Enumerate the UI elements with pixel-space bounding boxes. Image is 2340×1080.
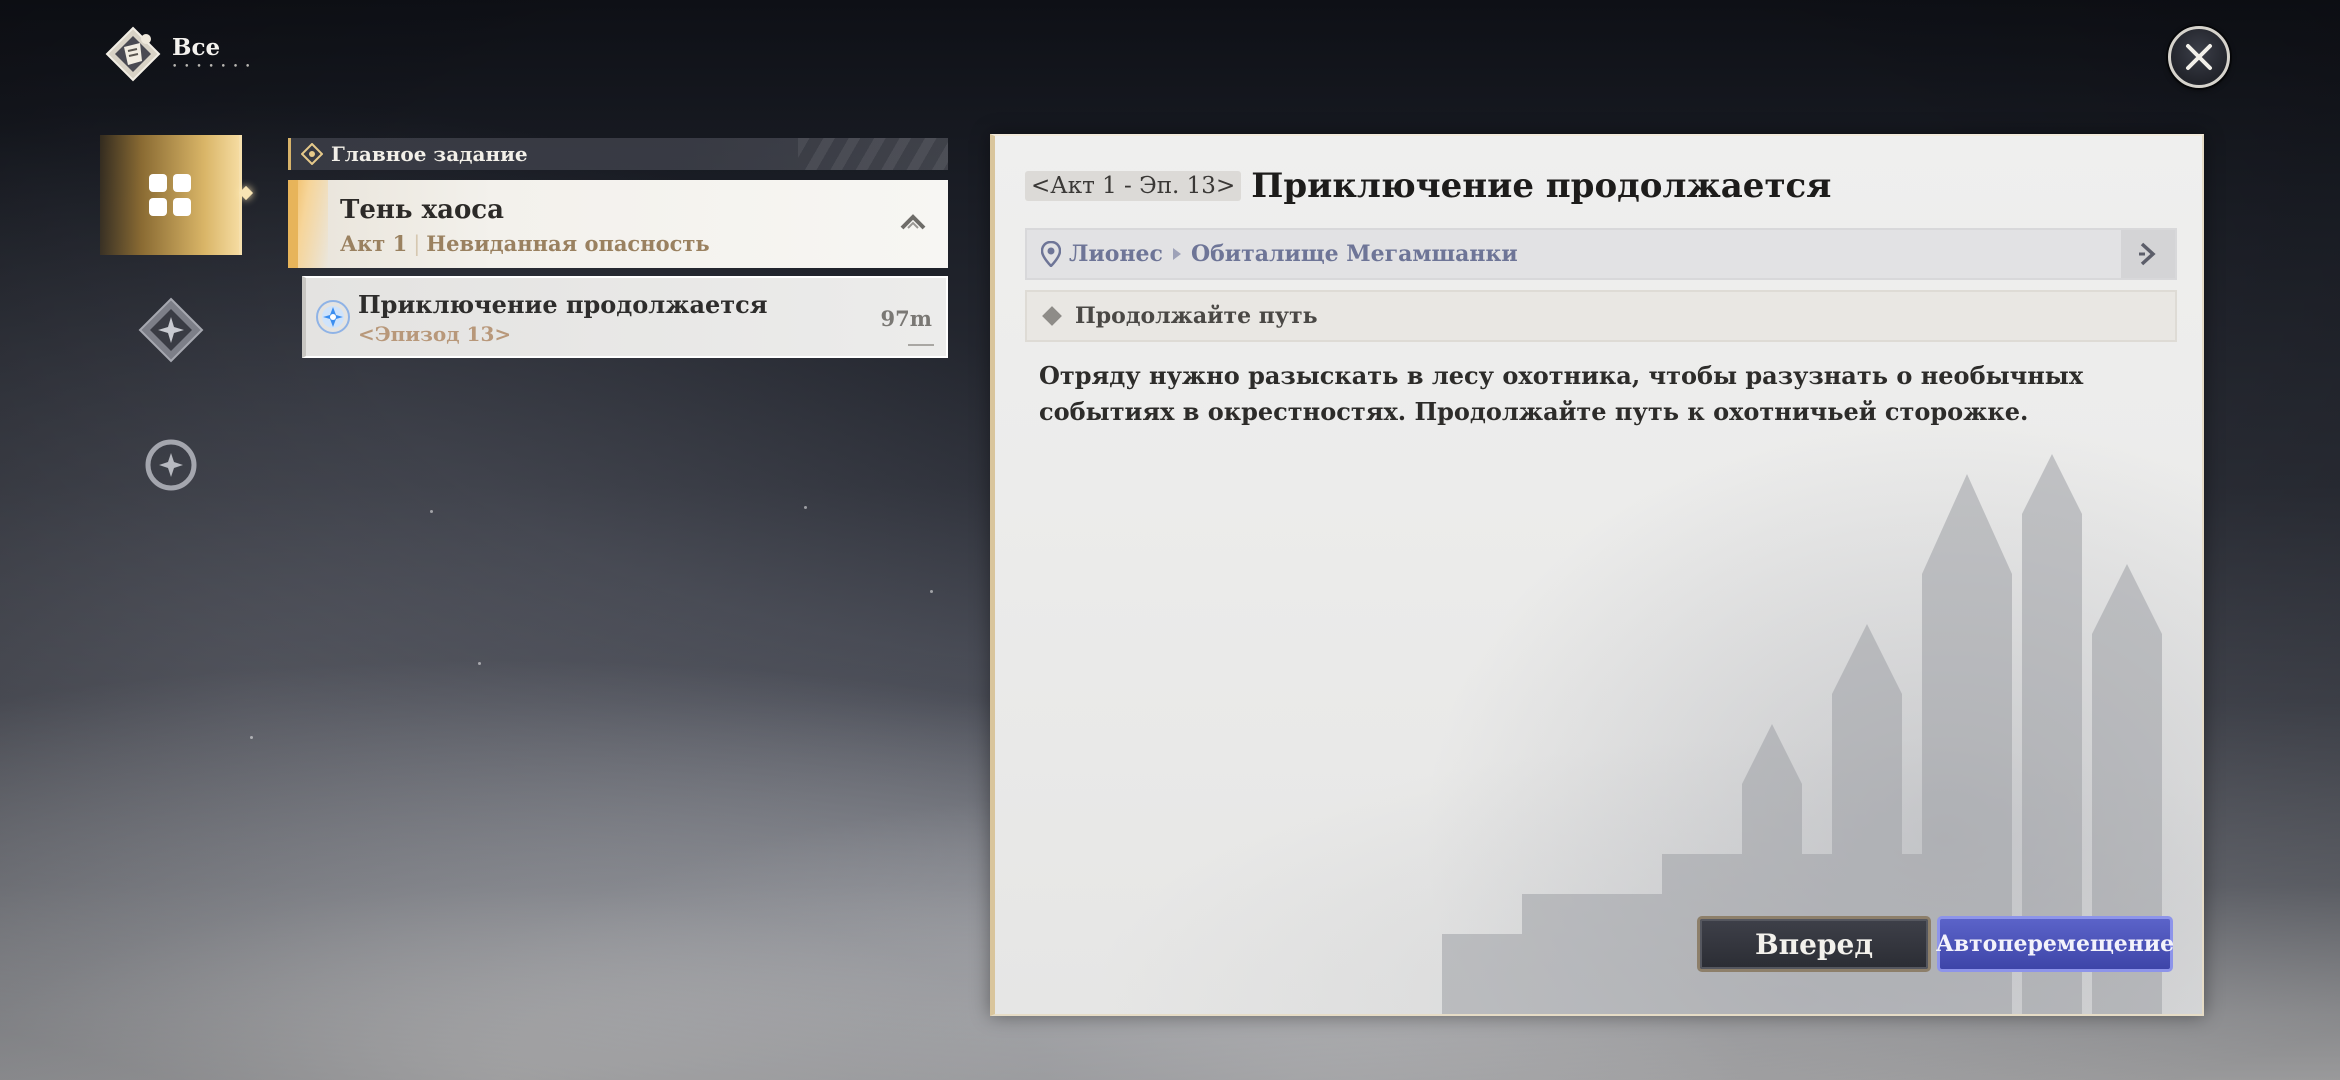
separator: | xyxy=(413,232,421,256)
quest-group-chapter: Невиданная опасность xyxy=(426,231,710,256)
sidebar-tab-main-quests[interactable] xyxy=(100,270,242,390)
background-sparkle xyxy=(478,662,481,665)
quest-group-subtitle: Акт 1 | Невиданная опасность xyxy=(340,231,710,256)
sidebar-tab-other-quests[interactable] xyxy=(100,405,242,525)
background-sparkle xyxy=(930,590,933,593)
distance-underline xyxy=(908,344,934,346)
chevron-right-icon xyxy=(2139,242,2156,266)
page-subtitle: • • • • • • • xyxy=(172,62,253,72)
quest-description: Отряду нужно разыскать в лесу охотника, … xyxy=(1039,361,2084,426)
page-title: Все xyxy=(172,34,221,61)
breadcrumb-arrow-icon xyxy=(1172,248,1181,260)
compass-star-icon xyxy=(145,439,197,491)
quest-group-act: Акт 1 xyxy=(340,231,408,256)
detail-title-row: <Акт 1 - Эп. 13> Приключение продолжаетс… xyxy=(1025,166,1831,206)
header-decoration xyxy=(798,138,948,170)
background-sparkle xyxy=(250,736,253,739)
main-quest-diamond-icon xyxy=(138,297,204,363)
quest-section-header: Главное задание xyxy=(288,138,948,170)
chevron-up-icon xyxy=(900,214,926,230)
section-label: Главное задание xyxy=(331,142,528,166)
location-region: Лионес xyxy=(1069,241,1163,267)
page-header: Все • • • • • • • xyxy=(104,24,252,84)
list-item[interactable]: Приключение продолжается <Эпизод 13> 97m xyxy=(302,276,948,358)
quest-book-icon xyxy=(104,25,162,83)
forward-button[interactable]: Вперед xyxy=(1697,916,1931,972)
tracking-target-icon xyxy=(314,298,352,336)
all-quests-icon xyxy=(134,160,205,230)
location-pin-icon xyxy=(1041,241,1061,267)
objective-text: Продолжайте путь xyxy=(1075,303,1318,329)
location-area: Обиталище Мегамшанки xyxy=(1190,241,1518,267)
detail-title: Приключение продолжается xyxy=(1251,166,1832,206)
location-bar[interactable]: Лионес Обиталище Мегамшанки xyxy=(1025,228,2177,280)
close-button[interactable] xyxy=(2168,26,2230,88)
episode-tag: <Акт 1 - Эп. 13> xyxy=(1025,171,1242,201)
quest-episode: <Эпизод 13> xyxy=(358,322,512,346)
main-quest-icon xyxy=(301,143,323,165)
quest-distance: 97m xyxy=(880,306,932,331)
close-icon xyxy=(2186,44,2212,70)
quest-title: Приключение продолжается xyxy=(358,290,768,319)
background-sparkle xyxy=(804,506,807,509)
navigate-button[interactable] xyxy=(2121,230,2175,278)
objective-row: Продолжайте путь xyxy=(1025,290,2177,342)
quest-group-title: Тень хаоса xyxy=(340,195,504,225)
collapse-button[interactable] xyxy=(898,210,928,234)
quest-detail-panel: <Акт 1 - Эп. 13> Приключение продолжаетс… xyxy=(990,134,2204,1016)
sidebar-tab-all-quests[interactable] xyxy=(100,135,242,255)
quest-group-card[interactable]: Тень хаоса Акт 1 | Невиданная опасность xyxy=(288,180,948,268)
objective-diamond-icon xyxy=(1042,306,1062,326)
auto-move-button[interactable]: Автоперемещение xyxy=(1936,916,2174,972)
background-sparkle xyxy=(430,510,433,513)
